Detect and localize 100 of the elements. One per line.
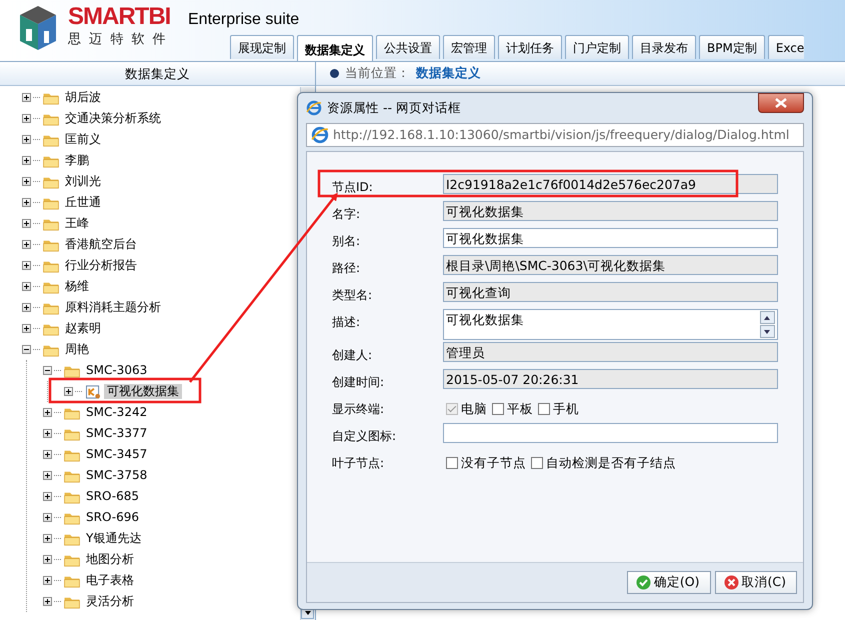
tree-item[interactable]: 地图分析	[83, 552, 137, 567]
checkbox[interactable]	[538, 403, 550, 416]
breadcrumb-label: 当前位置：	[345, 64, 410, 82]
tree-item[interactable]: SRO-685	[83, 489, 142, 504]
input-field[interactable]: 可视化数据集	[443, 228, 778, 248]
tree-item[interactable]: 周艳	[62, 342, 92, 357]
tree-item[interactable]: 王峰	[62, 216, 92, 231]
checkbox[interactable]	[446, 457, 458, 470]
cancel-icon	[724, 575, 739, 590]
logo: SMARTBI	[68, 4, 170, 30]
tree-item[interactable]: 交通决策分析系统	[62, 111, 164, 126]
readonly-field: I2c91918a2e1c76f0014d2e576ec207a9	[443, 174, 778, 194]
tree-item[interactable]: 行业分析报告	[62, 258, 140, 273]
expand-icon[interactable]	[43, 555, 52, 564]
expand-icon[interactable]	[22, 324, 31, 333]
tree-item[interactable]: 胡后波	[62, 90, 104, 105]
expand-icon[interactable]	[22, 156, 31, 165]
tree-item[interactable]: 灵活分析	[83, 594, 137, 609]
bullet-icon	[330, 69, 339, 78]
tree-item[interactable]: 原料消耗主题分析	[62, 300, 164, 315]
field-label: 创建时间:	[332, 374, 384, 391]
checkbox-label: 自动检测是否有子结点	[546, 454, 676, 472]
readonly-field: 可视化数据集	[443, 201, 778, 221]
expand-icon[interactable]	[64, 387, 73, 396]
tree-item[interactable]: 李鹏	[62, 153, 92, 168]
product-name: Enterprise suite	[188, 10, 300, 30]
collapse-icon[interactable]	[22, 345, 31, 354]
expand-icon[interactable]	[43, 513, 52, 522]
tree-item[interactable]: 香港航空后台	[62, 237, 140, 252]
field-label: 名字:	[332, 206, 360, 223]
expand-icon[interactable]	[22, 93, 31, 102]
input-field[interactable]	[443, 423, 778, 443]
checkbox-label: 电脑	[461, 400, 487, 418]
close-icon	[775, 98, 787, 108]
cancel-button[interactable]: 取消(C)	[714, 571, 797, 594]
text-area[interactable]: 可视化数据集	[443, 309, 778, 340]
dataset-icon	[84, 384, 102, 398]
tree-item[interactable]: 电子表格	[83, 573, 137, 588]
logo-subtitle: 思 迈 特 软 件	[68, 31, 169, 49]
url-text: http://192.168.1.10:13060/smartbi/vision/js/freequery/dialog/Dialog.html	[333, 126, 790, 144]
expand-icon[interactable]	[43, 576, 52, 585]
expand-icon[interactable]	[22, 261, 31, 270]
scroll-up-icon[interactable]	[760, 311, 775, 324]
tab[interactable]: 展现定制	[230, 35, 294, 59]
readonly-field: 2015-05-07 20:26:31	[443, 369, 778, 389]
expand-icon[interactable]	[43, 534, 52, 543]
tree-item[interactable]: 丘世通	[62, 195, 104, 210]
dialog-title: 资源属性 -- 网页对话框	[327, 98, 461, 117]
tree-item[interactable]: 杨维	[62, 279, 92, 294]
checkbox-label: 平板	[507, 400, 533, 418]
tab[interactable]: Exce	[768, 35, 804, 59]
tree-item[interactable]: 赵素明	[62, 321, 104, 336]
expand-icon[interactable]	[22, 303, 31, 312]
checkbox[interactable]	[531, 457, 543, 470]
expand-icon[interactable]	[22, 219, 31, 228]
panel-title: 数据集定义	[0, 62, 315, 86]
expand-icon[interactable]	[43, 429, 52, 438]
readonly-field: 管理员	[443, 342, 778, 362]
tab[interactable]: 门户定制	[565, 35, 629, 59]
tab[interactable]: 宏管理	[443, 35, 495, 59]
tree-item[interactable]: SMC-3242	[83, 405, 150, 420]
close-button[interactable]	[758, 93, 804, 113]
checkbox[interactable]	[492, 403, 504, 416]
expand-icon[interactable]	[22, 177, 31, 186]
field-label: 路径:	[332, 260, 360, 277]
readonly-field: 根目录\周艳\SMC-3063\可视化数据集	[443, 255, 778, 275]
expand-icon[interactable]	[43, 450, 52, 459]
expand-icon[interactable]	[43, 471, 52, 480]
expand-icon[interactable]	[43, 597, 52, 606]
logo-cube-icon	[18, 4, 58, 52]
tab[interactable]: 公共设置	[376, 35, 440, 59]
breadcrumb-current: 数据集定义	[416, 64, 481, 82]
tab[interactable]: 目录发布	[632, 35, 696, 59]
tree-item[interactable]: 刘训光	[62, 174, 104, 189]
tab[interactable]: 数据集定义	[297, 35, 373, 61]
scroll-down-icon[interactable]	[760, 325, 775, 338]
tab[interactable]: BPM定制	[699, 35, 765, 59]
tree-item[interactable]: 可视化数据集	[104, 384, 182, 399]
field-label: 自定义图标:	[332, 428, 396, 445]
collapse-icon[interactable]	[43, 366, 52, 375]
field-label: 叶子节点:	[332, 455, 384, 472]
expand-icon[interactable]	[43, 492, 52, 501]
field-label: 显示终端:	[332, 401, 384, 418]
tree-item[interactable]: SMC-3377	[83, 426, 150, 441]
tree-item[interactable]: SMC-3457	[83, 447, 150, 462]
expand-icon[interactable]	[43, 408, 52, 417]
tree-item[interactable]: SMC-3758	[83, 468, 150, 483]
expand-icon[interactable]	[22, 198, 31, 207]
tree-item[interactable]: SRO-696	[83, 510, 142, 525]
checkbox-label: 手机	[553, 400, 579, 418]
expand-icon[interactable]	[22, 135, 31, 144]
tab[interactable]: 计划任务	[498, 35, 562, 59]
tree-item[interactable]: Y银通先达	[83, 531, 144, 546]
ok-button[interactable]: 确定(O)	[626, 571, 711, 594]
expand-icon[interactable]	[22, 282, 31, 291]
check-icon	[636, 575, 651, 590]
expand-icon[interactable]	[22, 114, 31, 123]
tree-item[interactable]: 匡前义	[62, 132, 104, 147]
tree-item[interactable]: SMC-3063	[83, 363, 150, 378]
expand-icon[interactable]	[22, 240, 31, 249]
